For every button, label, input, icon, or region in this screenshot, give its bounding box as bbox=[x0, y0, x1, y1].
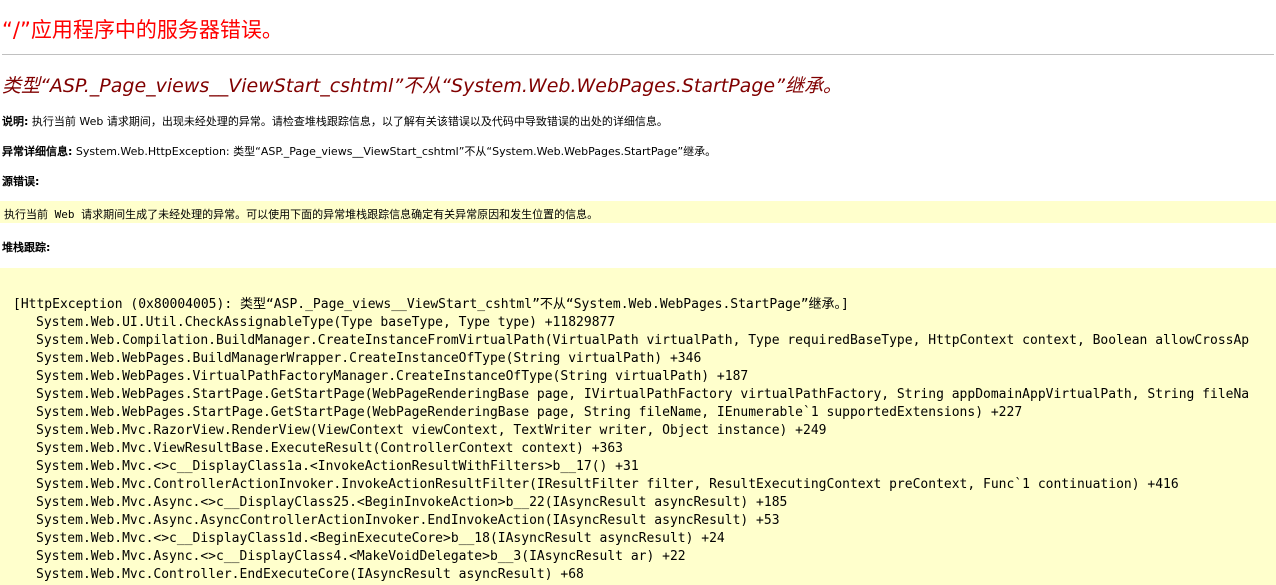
exception-details-text: System.Web.HttpException: 类型“ASP._Page_v… bbox=[72, 145, 717, 158]
error-subtitle: 类型“ASP._Page_views__ViewStart_cshtml”不从“… bbox=[2, 75, 842, 97]
stack-trace-line: System.Web.Mvc.Async.AsyncControllerActi… bbox=[36, 513, 780, 528]
stack-trace-line: System.Web.Mvc.Async.<>c__DisplayClass4.… bbox=[36, 549, 686, 564]
source-error-text: 执行当前 Web 请求期间生成了未经处理的异常。可以使用下面的异常堆栈跟踪信息确… bbox=[4, 208, 599, 221]
exception-details-label: 异常详细信息: bbox=[2, 145, 73, 158]
stack-trace-list: [HttpException (0x80004005): 类型“ASP._Pag… bbox=[13, 296, 1249, 584]
stack-trace-line: System.Web.WebPages.StartPage.GetStartPa… bbox=[36, 405, 1023, 420]
description-line: 说明: 执行当前 Web 请求期间，出现未经处理的异常。请检查堆栈跟踪信息，以了… bbox=[2, 113, 668, 129]
description-label: 说明: bbox=[2, 115, 29, 128]
source-error-box: 执行当前 Web 请求期间生成了未经处理的异常。可以使用下面的异常堆栈跟踪信息确… bbox=[0, 201, 1276, 223]
stack-trace-line: System.Web.Mvc.Async.<>c__DisplayClass25… bbox=[36, 495, 788, 510]
source-error-heading: 源错误: bbox=[2, 175, 40, 188]
stack-trace-line: System.Web.WebPages.BuildManagerWrapper.… bbox=[36, 351, 702, 366]
stack-trace-line: System.Web.Mvc.ViewResultBase.ExecuteRes… bbox=[36, 441, 623, 456]
stack-trace-heading: 堆栈跟踪: bbox=[2, 241, 51, 254]
description-text: 执行当前 Web 请求期间，出现未经处理的异常。请检查堆栈跟踪信息，以了解有关该… bbox=[28, 115, 668, 128]
stack-trace-line: System.Web.Mvc.<>c__DisplayClass1d.<Begi… bbox=[36, 531, 725, 546]
stack-trace-line: System.Web.Mvc.ControllerActionInvoker.I… bbox=[36, 477, 1179, 492]
stack-trace-line: System.Web.UI.Util.CheckAssignableType(T… bbox=[36, 315, 616, 330]
stack-trace-line: System.Web.Mvc.<>c__DisplayClass1a.<Invo… bbox=[36, 459, 639, 474]
stack-trace-line: System.Web.Mvc.RazorView.RenderView(View… bbox=[36, 423, 827, 438]
stack-trace-line: System.Web.Mvc.Controller.EndExecuteCore… bbox=[36, 567, 584, 582]
stack-trace-box: [HttpException (0x80004005): 类型“ASP._Pag… bbox=[0, 268, 1276, 585]
exception-details-line: 异常详细信息: System.Web.HttpException: 类型“ASP… bbox=[2, 143, 716, 159]
stack-trace-header: [HttpException (0x80004005): 类型“ASP._Pag… bbox=[13, 297, 849, 312]
stack-trace-line: System.Web.Compilation.BuildManager.Crea… bbox=[36, 333, 1250, 348]
divider bbox=[2, 54, 1274, 55]
page-title: “/”应用程序中的服务器错误。 bbox=[2, 18, 283, 42]
stack-trace-line: System.Web.WebPages.VirtualPathFactoryMa… bbox=[36, 369, 749, 384]
stack-trace-line: System.Web.WebPages.StartPage.GetStartPa… bbox=[36, 387, 1250, 402]
